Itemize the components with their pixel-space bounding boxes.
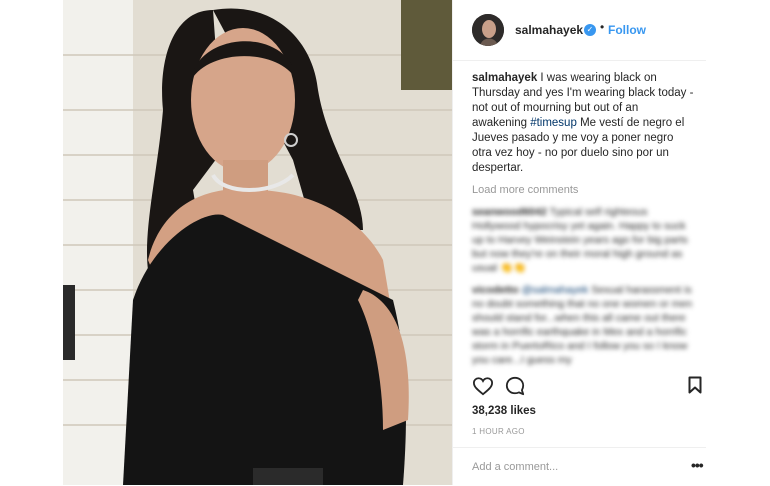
more-options-icon[interactable]: ••• xyxy=(691,457,704,473)
add-comment-input[interactable] xyxy=(472,458,672,476)
caption-author-link[interactable]: salmahayek xyxy=(472,72,537,84)
bookmark-icon[interactable] xyxy=(688,376,702,399)
avatar[interactable] xyxy=(472,14,504,46)
avatar-image xyxy=(472,14,504,46)
post-timestamp[interactable]: 1 HOUR AGO xyxy=(472,427,525,436)
follow-button[interactable]: Follow xyxy=(608,23,646,37)
comment-author-link[interactable]: vicodetto xyxy=(472,284,519,296)
post-actions xyxy=(453,370,706,400)
post-photo xyxy=(63,0,452,485)
comment-author-link[interactable]: seanwood6042 xyxy=(472,206,547,218)
post-photo-image xyxy=(63,0,452,485)
username-link[interactable]: salmahayek xyxy=(515,23,583,37)
comment-item: seanwood6042 Typical self righteous Holl… xyxy=(472,205,697,275)
post-caption: salmahayek I was wearing black on Thursd… xyxy=(472,71,694,176)
comment-bubble-icon[interactable] xyxy=(505,376,525,401)
comment-text: Sexual harassment is no doubt something … xyxy=(472,284,693,366)
post-detail-panel: salmahayek ✓ • Follow salmahayek I was w… xyxy=(452,0,706,485)
load-more-comments-button[interactable]: Load more comments xyxy=(472,184,578,196)
heart-icon[interactable] xyxy=(472,376,494,401)
comment-item: vicodetto @salmahayek Sexual harassment … xyxy=(472,283,697,367)
comment-mention-link[interactable]: @salmahayek xyxy=(522,284,589,296)
likes-count[interactable]: 38,238 likes xyxy=(472,405,536,417)
verified-badge-icon: ✓ xyxy=(584,24,596,36)
caption-hashtag-link[interactable]: #timesup xyxy=(530,117,577,129)
add-comment-bar: ••• xyxy=(453,447,706,486)
post-header: salmahayek ✓ • Follow xyxy=(453,0,706,61)
header-separator: • xyxy=(600,20,605,34)
